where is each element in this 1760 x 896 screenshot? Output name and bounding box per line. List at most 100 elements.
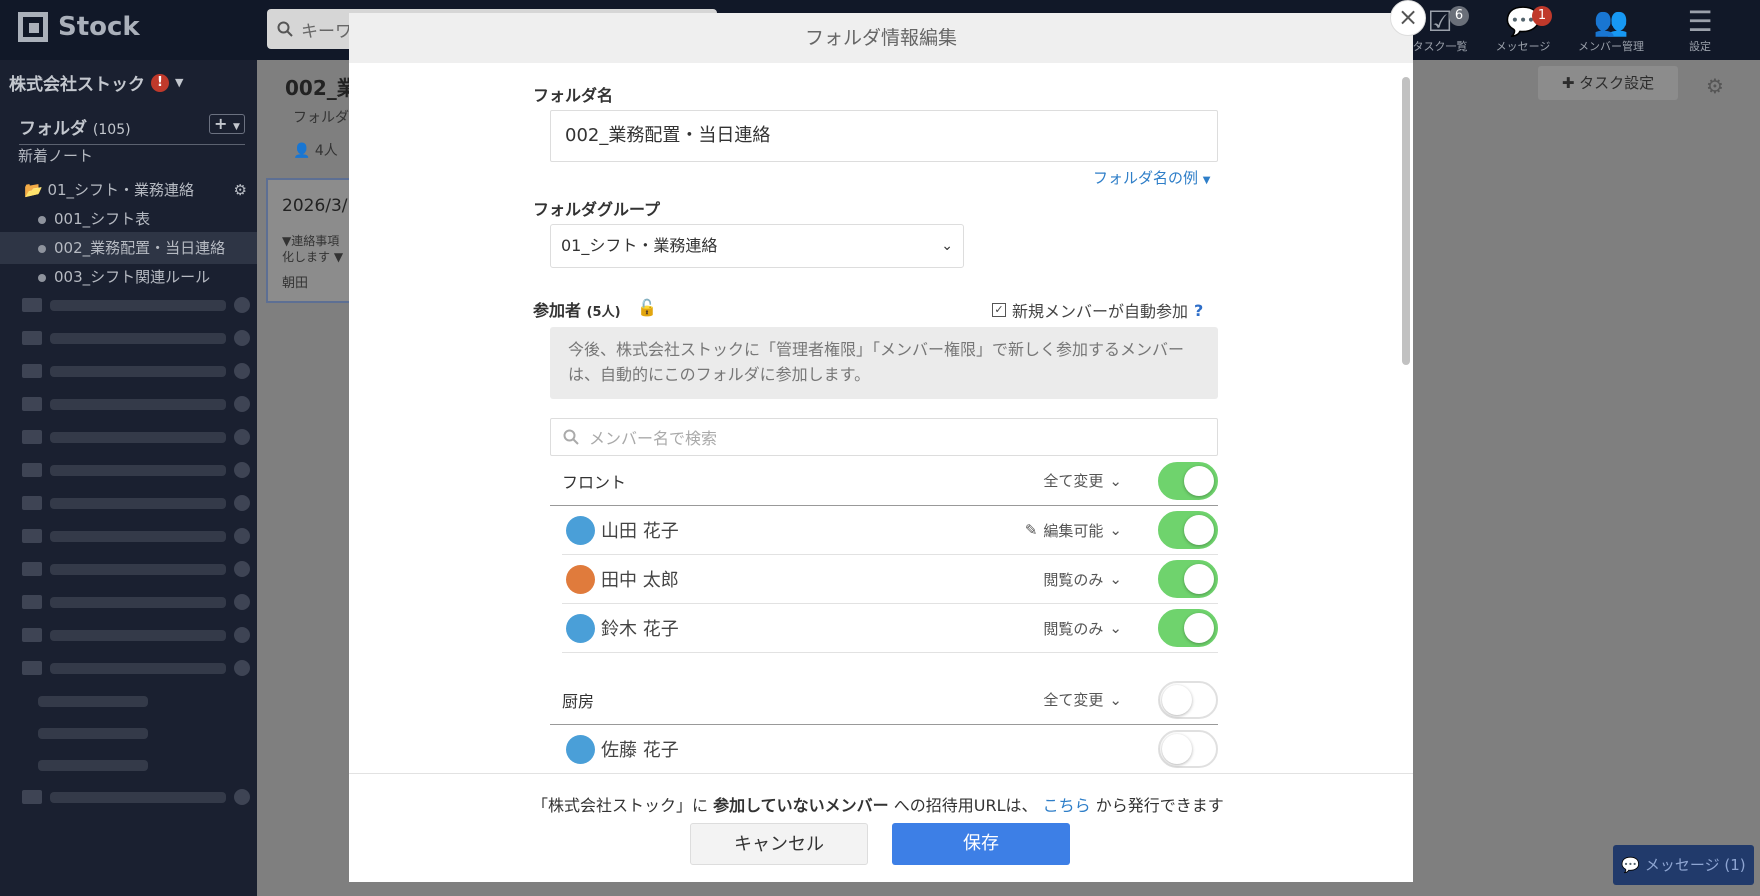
help-icon[interactable]: ? — [1194, 301, 1203, 320]
invite-link[interactable]: こちら — [1043, 796, 1091, 815]
avatar — [566, 734, 595, 764]
pencil-icon: ✎ — [1024, 521, 1038, 539]
blurred-folder-row — [22, 495, 250, 511]
nav-member-management[interactable]: 👥 メンバー管理 — [1566, 6, 1656, 54]
chevron-down-icon: ▼ — [233, 122, 240, 132]
permission-label: 編集可能 — [1043, 521, 1104, 540]
global-search-placeholder: キーワ — [301, 21, 352, 42]
member-toggle[interactable] — [1158, 511, 1218, 549]
folder-count: (105) — [92, 122, 131, 138]
participants-count: (5人) — [586, 305, 621, 320]
sidebar-item-work-placement[interactable]: 002_業務配置・当日連絡 — [0, 232, 257, 264]
change-all-dropdown[interactable]: 全て変更 ⌄ — [1043, 470, 1122, 491]
sidebar-item-label: 001_シフト表 — [54, 210, 151, 228]
auto-join-checkbox[interactable]: ✓ 新規メンバーが自動参加 ? — [992, 298, 1203, 322]
chevron-down-icon: ⌄ — [941, 238, 953, 254]
blurred-folder-row — [22, 528, 250, 544]
member-search-input[interactable]: メンバー名で検索 — [550, 418, 1218, 456]
blurred-folder-row — [22, 330, 250, 346]
nav-messages-label: メッセージ — [1495, 40, 1551, 53]
invite-note-bold: 参加していないメンバー — [713, 796, 889, 815]
modal-scrollbar[interactable] — [1400, 63, 1412, 783]
member-toggle[interactable] — [1158, 560, 1218, 598]
sidebar-new-notes[interactable]: 新着ノート — [0, 140, 257, 172]
participants-title: 参加者 — [533, 301, 582, 320]
member-count-label: 4人 — [314, 143, 338, 159]
note-card-date: 2026/3/ — [282, 196, 348, 216]
note-card[interactable]: 2026/3/ ▼連絡事項 化します ▼ 朝田 — [266, 178, 356, 303]
sidebar-folder-group[interactable]: 📂 01_シフト・業務連絡 ⚙ — [0, 174, 257, 206]
group-toggle[interactable] — [1158, 461, 1218, 500]
folder-group-label: 01_シフト・業務連絡 — [47, 181, 195, 199]
search-icon — [277, 21, 293, 37]
participants-label: 参加者 (5人) — [533, 297, 621, 321]
member-search-placeholder: メンバー名で検索 — [589, 429, 718, 448]
chat-bubble-icon: 💬 — [1505, 5, 1541, 38]
cancel-button[interactable]: キャンセル — [690, 823, 868, 865]
permission-dropdown[interactable]: 閲覧のみ ⌄ — [1043, 569, 1122, 590]
nav-settings[interactable]: ☰ 設定 — [1655, 6, 1745, 54]
avatar — [566, 515, 595, 545]
group-name: フロント — [562, 472, 627, 492]
unlock-icon[interactable]: 🔓 — [637, 298, 657, 317]
folder-edit-modal: フォルダ情報編集 フォルダ名 002_業務配置・当日連絡 フォルダ名の例 ▼ フ… — [349, 13, 1413, 882]
blurred-folder-row — [38, 693, 148, 709]
caret-down-icon: ▼ — [1202, 175, 1211, 186]
nav-messages[interactable]: 💬 1 メッセージ — [1478, 6, 1568, 54]
auto-join-label: 新規メンバーが自動参加 — [1012, 302, 1189, 321]
blurred-folder-row — [22, 561, 250, 577]
group-toggle[interactable] — [1158, 680, 1218, 719]
add-folder-button[interactable]: + ▼ — [209, 114, 245, 134]
invite-note: 「株式会社ストック」に 参加していないメンバー への招待用URLは、 こちら か… — [532, 792, 1224, 816]
stock-logo-icon — [18, 12, 48, 42]
task-settings-button[interactable]: ✚ タスク設定 — [1538, 66, 1678, 100]
save-button[interactable]: 保存 — [892, 823, 1070, 865]
chevron-down-icon: ⌄ — [1109, 471, 1122, 490]
change-all-dropdown[interactable]: 全て変更 ⌄ — [1043, 689, 1122, 710]
gear-icon[interactable]: ⚙ — [234, 174, 247, 206]
plus-icon: + — [214, 114, 228, 133]
invite-note-pre: 「株式会社ストック」に — [532, 796, 709, 815]
blurred-folder-row — [22, 660, 250, 676]
page-subtitle: フォルダ — [293, 110, 349, 126]
bullet-icon — [38, 215, 46, 224]
gear-icon[interactable]: ⚙ — [1706, 74, 1724, 98]
note-card-author: 朝田 — [282, 276, 309, 291]
company-switcher[interactable]: 株式会社ストック ! ▼ — [9, 70, 183, 95]
member-row: 鈴木 花子 閲覧のみ ⌄ — [562, 604, 1218, 653]
group-row-kitchen: 厨房 全て変更 ⌄ — [550, 675, 1218, 725]
checkbox-checked-icon[interactable]: ✓ — [992, 303, 1006, 317]
note-card-text: 化します ▼ — [282, 250, 344, 264]
person-icon: 👤 — [293, 143, 311, 159]
auto-join-info: 今後、株式会社ストックに「管理者権限」「メンバー権限」で新しく参加するメンバーは… — [550, 327, 1218, 399]
nav-task-label: タスク一覧 — [1412, 40, 1468, 53]
permission-dropdown[interactable]: ✎ 編集可能 ⌄ — [1025, 520, 1122, 541]
folder-name-input[interactable]: 002_業務配置・当日連絡 — [550, 110, 1218, 162]
folder-heading-label: フォルダ — [19, 119, 87, 139]
member-toggle[interactable] — [1158, 609, 1218, 647]
sidebar-item-shift-rules[interactable]: 003_シフト関連ルール — [0, 261, 257, 293]
chevron-down-icon: ⌄ — [1109, 690, 1122, 709]
hamburger-menu-icon: ☰ — [1687, 5, 1713, 38]
message-float-button[interactable]: 💬 メッセージ (1) — [1613, 845, 1754, 885]
member-row: 田中 太郎 閲覧のみ ⌄ — [562, 555, 1218, 604]
member-toggle[interactable] — [1158, 730, 1218, 768]
search-icon — [563, 429, 579, 445]
brand-logo[interactable]: Stock — [18, 12, 140, 42]
sidebar-item-shift-table[interactable]: 001_シフト表 — [0, 203, 257, 235]
scrollbar-thumb[interactable] — [1402, 77, 1410, 365]
folder-group-select[interactable]: 01_シフト・業務連絡 ⌄ — [550, 224, 964, 268]
company-name: 株式会社ストック — [9, 75, 145, 95]
folder-name-example-label: フォルダ名の例 — [1093, 169, 1199, 187]
avatar — [566, 613, 595, 643]
sidebar-item-label: 002_業務配置・当日連絡 — [54, 239, 226, 257]
page-title: 002_業 — [285, 76, 357, 100]
chevron-down-icon: ⌄ — [1109, 619, 1122, 637]
chevron-down-icon: ⌄ — [1109, 521, 1122, 539]
sidebar-item-label: 003_シフト関連ルール — [54, 268, 211, 286]
permission-dropdown[interactable]: 閲覧のみ ⌄ — [1043, 618, 1122, 639]
folder-name-example-link[interactable]: フォルダ名の例 ▼ — [1093, 167, 1211, 188]
bullet-icon — [38, 244, 46, 253]
modal-close-button[interactable]: × — [1390, 0, 1426, 36]
task-settings-label: タスク設定 — [1579, 74, 1655, 92]
